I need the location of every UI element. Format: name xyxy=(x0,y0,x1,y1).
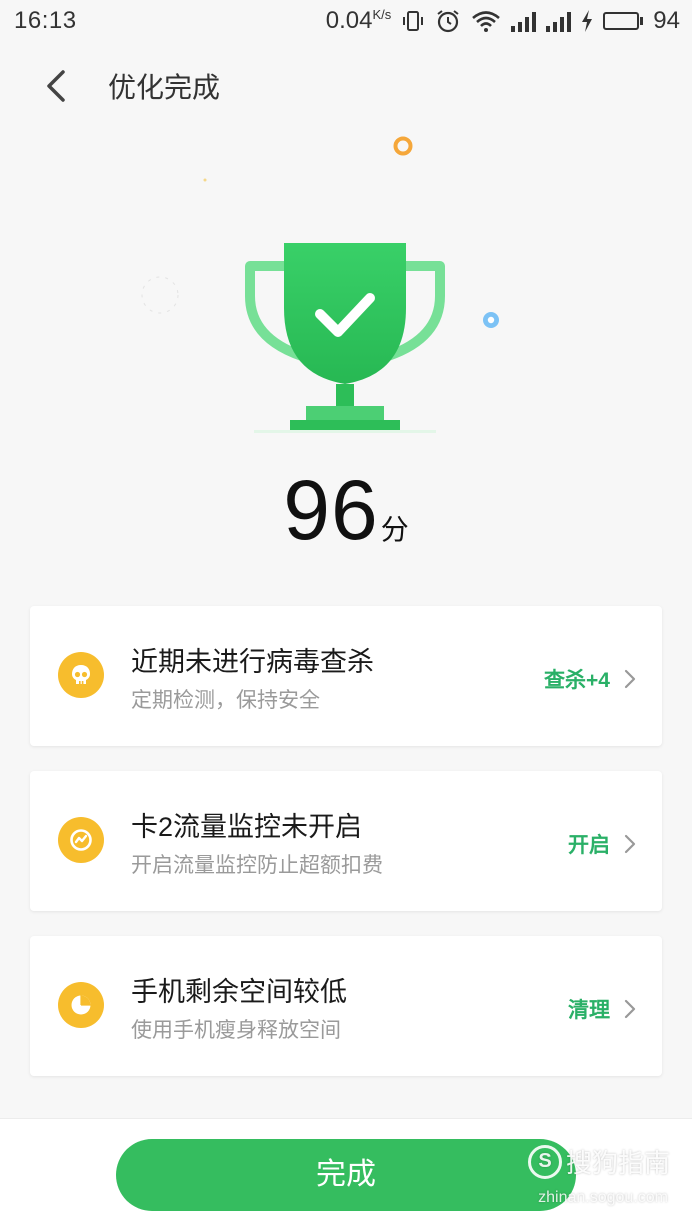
action-label[interactable]: 开启 xyxy=(568,829,610,859)
score-unit: 分 xyxy=(380,514,409,545)
back-arrow-icon[interactable] xyxy=(38,64,78,108)
traffic-monitor-action[interactable]: 开启 xyxy=(568,829,636,859)
network-speed-unit: K/s xyxy=(372,7,392,22)
status-bar: 16:13 0.04K/s 94 xyxy=(0,0,692,44)
card-title: 手机剩余空间较低 xyxy=(131,977,347,1007)
done-button[interactable]: 完成 xyxy=(116,1139,576,1211)
optimization-score: 96分 xyxy=(0,462,692,559)
storage-clean-action[interactable]: 清理 xyxy=(568,994,636,1024)
bottom-bar: 完成 S 搜狗指南 zhinan.sogou.com xyxy=(0,1118,692,1231)
traffic-monitor-icon xyxy=(58,817,104,863)
pie-chart-icon xyxy=(58,982,104,1028)
card-title: 近期未进行病毒查杀 xyxy=(131,647,374,677)
action-label[interactable]: 查杀+4 xyxy=(544,664,610,694)
watermark: S 搜狗指南 xyxy=(527,1143,670,1180)
alarm-icon xyxy=(437,10,459,33)
card-title: 卡2流量监控未开启 xyxy=(131,812,363,842)
header: 优化完成 xyxy=(0,50,692,120)
status-icons: 0.04K/s 94 xyxy=(326,7,680,35)
virus-scan-action[interactable]: 查杀+4 xyxy=(544,664,636,694)
action-label[interactable]: 清理 xyxy=(568,994,610,1024)
signal-icon-sim1 xyxy=(511,10,537,32)
watermark-url: zhinan.sogou.com xyxy=(538,1189,668,1206)
chevron-right-icon xyxy=(624,999,636,1019)
card-subtitle: 开启流量监控防止超额扣费 xyxy=(131,854,383,877)
battery-icon xyxy=(603,12,644,30)
card-traffic-monitor[interactable]: 卡2流量监控未开启 开启流量监控防止超额扣费 开启 xyxy=(30,771,662,911)
score-value: 96 xyxy=(283,463,379,557)
watermark-text: 搜狗指南 xyxy=(565,1148,670,1178)
card-virus-scan[interactable]: 近期未进行病毒查杀 定期检测，保持安全 查杀+4 xyxy=(30,606,662,746)
sogou-logo-icon: S xyxy=(527,1144,562,1179)
chevron-right-icon xyxy=(624,669,636,689)
card-subtitle: 定期检测，保持安全 xyxy=(131,689,320,712)
battery-level: 94 xyxy=(653,7,680,34)
card-subtitle: 使用手机瘦身释放空间 xyxy=(131,1019,341,1042)
status-time: 16:13 xyxy=(14,7,77,34)
skull-icon xyxy=(58,652,104,698)
network-speed: 0.04K/s xyxy=(325,7,392,34)
signal-icon-sim2 xyxy=(546,10,572,32)
trophy-check-icon xyxy=(245,243,445,433)
wifi-icon xyxy=(472,11,501,32)
chevron-right-icon xyxy=(624,834,636,854)
charging-icon xyxy=(582,10,593,32)
vibrate-icon xyxy=(403,11,424,31)
card-storage-clean[interactable]: 手机剩余空间较低 使用手机瘦身释放空间 清理 xyxy=(30,936,662,1076)
page-title: 优化完成 xyxy=(108,72,221,103)
result-hero: 96分 xyxy=(0,120,692,580)
